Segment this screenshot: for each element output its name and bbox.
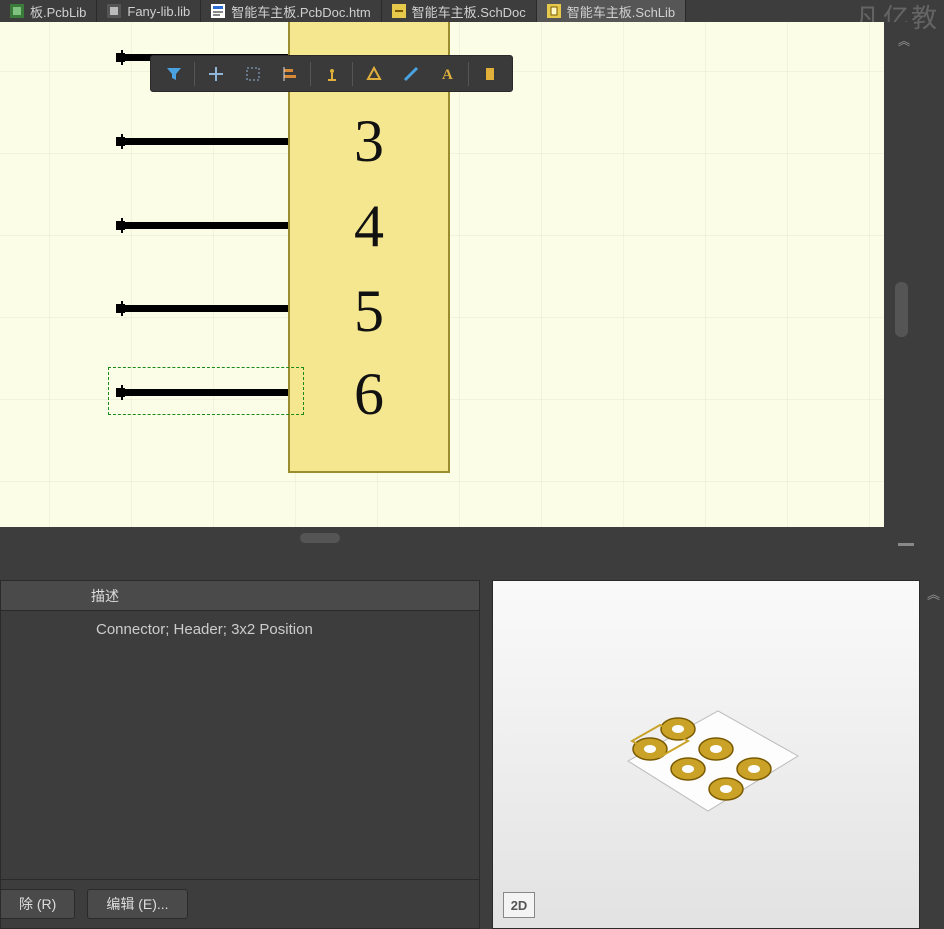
preview-mode-toggle[interactable]: 2D (503, 892, 535, 918)
schlib-icon (547, 4, 561, 18)
move-button[interactable] (197, 57, 234, 90)
text-button[interactable]: A (429, 57, 466, 90)
schematic-canvas[interactable]: 3 4 5 6 (0, 22, 890, 527)
scrollbar-thumb[interactable] (895, 282, 908, 337)
align-button[interactable] (271, 57, 308, 90)
horizontal-scrollbar-thumb[interactable] (300, 533, 340, 543)
description-row[interactable]: Connector; Header; 3x2 Position (1, 611, 479, 880)
header-label: 描述 (91, 586, 119, 606)
bottom-panel-area: 描述 Connector; Header; 3x2 Position 除 (R)… (0, 580, 944, 929)
toolbar-separator (468, 62, 469, 86)
select-rect-button[interactable] (234, 57, 271, 90)
toolbar-separator (194, 62, 195, 86)
mode-label: 2D (511, 898, 528, 913)
panel-splitter-handle[interactable] (898, 543, 914, 546)
toolbar-separator (310, 62, 311, 86)
schdoc-icon (392, 4, 406, 18)
component-button[interactable] (471, 57, 508, 90)
button-label: 编辑 (E)... (106, 894, 168, 914)
lib-icon (107, 4, 121, 18)
tab-label: 智能车主板.PcbDoc.htm (231, 2, 370, 21)
tab-label: 板.PcbLib (30, 2, 86, 21)
pin-wire[interactable] (122, 305, 288, 312)
delete-button[interactable]: 除 (R) (1, 889, 75, 919)
vertical-scrollbar[interactable]: ︽ (884, 22, 914, 528)
filter-button[interactable] (155, 57, 192, 90)
pin-wire[interactable] (122, 222, 288, 229)
pcblib-icon (10, 4, 24, 18)
tab-schlib[interactable]: 智能车主板.SchLib (537, 0, 686, 22)
pin-number: 4 (354, 192, 384, 261)
line-button[interactable] (392, 57, 429, 90)
tab-label: Fany-lib.lib (127, 4, 190, 19)
tab-label: 智能车主板.SchDoc (412, 2, 526, 21)
panel-footer: 除 (R) 编辑 (E)... (1, 880, 479, 928)
button-label: 除 (R) (19, 894, 56, 914)
chevron-up-icon[interactable]: ︽ (927, 584, 940, 603)
schematic-canvas-area: 3 4 5 6 (0, 22, 914, 528)
pin-number: 3 (354, 107, 384, 176)
htm-icon (211, 4, 225, 18)
pin-number: 5 (354, 277, 384, 346)
toolbar-separator (352, 62, 353, 86)
tab-schdoc[interactable]: 智能车主板.SchDoc (382, 0, 537, 22)
selection-marquee (108, 367, 304, 415)
tab-pcblib[interactable]: 板.PcbLib (0, 0, 97, 22)
tab-pcbdoc-htm[interactable]: 智能车主板.PcbDoc.htm (201, 0, 381, 22)
footprint-preview[interactable]: 2D (492, 580, 920, 929)
edit-button[interactable]: 编辑 (E)... (87, 889, 187, 919)
svg-text:A: A (442, 67, 453, 83)
description-column-header[interactable]: 描述 (1, 581, 479, 611)
pin-number: 6 (354, 360, 384, 429)
pin-wire[interactable] (122, 138, 288, 145)
chevron-up-icon[interactable]: ︽ (898, 32, 910, 49)
shape-button[interactable] (355, 57, 392, 90)
snap-button[interactable] (313, 57, 350, 90)
tab-fanylib[interactable]: Fany-lib.lib (97, 0, 201, 22)
tab-label: 智能车主板.SchLib (567, 2, 675, 21)
document-tab-bar: 板.PcbLib Fany-lib.lib 智能车主板.PcbDoc.htm 智… (0, 0, 944, 22)
description-panel: 描述 Connector; Header; 3x2 Position 除 (R)… (0, 580, 480, 929)
floating-toolbar: A (150, 55, 513, 92)
description-text: Connector; Header; 3x2 Position (96, 621, 313, 638)
footprint-3d-icon (588, 661, 828, 851)
right-gutter: ︽ (922, 580, 944, 900)
